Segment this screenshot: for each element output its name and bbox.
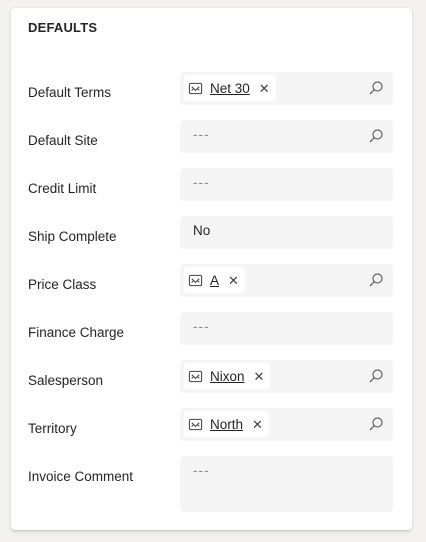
defaults-card: DEFAULTS Default Terms Net 30 ✕ Default … (11, 8, 412, 530)
price-class-tag[interactable]: A ✕ (184, 267, 245, 293)
territory-lookup[interactable]: North ✕ (180, 408, 393, 441)
record-icon (188, 82, 203, 94)
ship-complete-value: No (193, 223, 211, 238)
ship-complete-label: Ship Complete (28, 229, 117, 244)
search-icon[interactable] (368, 368, 384, 384)
credit-limit-value: --- (193, 175, 210, 190)
close-icon[interactable]: ✕ (228, 274, 239, 287)
salesperson-value[interactable]: Nixon (210, 369, 245, 384)
default-terms-tag[interactable]: Net 30 ✕ (184, 75, 276, 101)
territory-tag[interactable]: North ✕ (184, 411, 269, 437)
invoice-comment-textarea[interactable]: --- (180, 456, 393, 512)
search-icon[interactable] (368, 128, 384, 144)
default-terms-value[interactable]: Net 30 (210, 81, 250, 96)
invoice-comment-value: --- (193, 463, 210, 478)
default-site-label: Default Site (28, 133, 98, 148)
default-site-value: --- (193, 127, 210, 142)
close-icon[interactable]: ✕ (252, 418, 263, 431)
salesperson-lookup[interactable]: Nixon ✕ (180, 360, 393, 393)
section-title: DEFAULTS (28, 20, 98, 35)
salesperson-label: Salesperson (28, 373, 104, 388)
record-icon (188, 370, 203, 382)
search-icon[interactable] (368, 272, 384, 288)
search-icon[interactable] (368, 80, 384, 96)
close-icon[interactable]: ✕ (259, 82, 270, 95)
record-icon (188, 274, 203, 286)
price-class-lookup[interactable]: A ✕ (180, 264, 393, 297)
credit-limit-input[interactable]: --- (180, 168, 393, 201)
finance-charge-label: Finance Charge (28, 325, 125, 340)
invoice-comment-label: Invoice Comment (28, 469, 134, 484)
territory-label: Territory (28, 421, 77, 436)
finance-charge-value: --- (193, 319, 210, 334)
default-site-lookup[interactable]: --- (180, 120, 393, 153)
record-icon (188, 418, 203, 430)
close-icon[interactable]: ✕ (254, 370, 265, 383)
credit-limit-label: Credit Limit (28, 181, 97, 196)
price-class-value[interactable]: A (210, 273, 219, 288)
territory-value[interactable]: North (210, 417, 243, 432)
salesperson-tag[interactable]: Nixon ✕ (184, 363, 271, 389)
default-terms-lookup[interactable]: Net 30 ✕ (180, 72, 393, 105)
price-class-label: Price Class (28, 277, 97, 292)
finance-charge-input[interactable]: --- (180, 312, 393, 345)
ship-complete-select[interactable]: No (180, 216, 393, 249)
search-icon[interactable] (368, 416, 384, 432)
default-terms-label: Default Terms (28, 85, 112, 100)
